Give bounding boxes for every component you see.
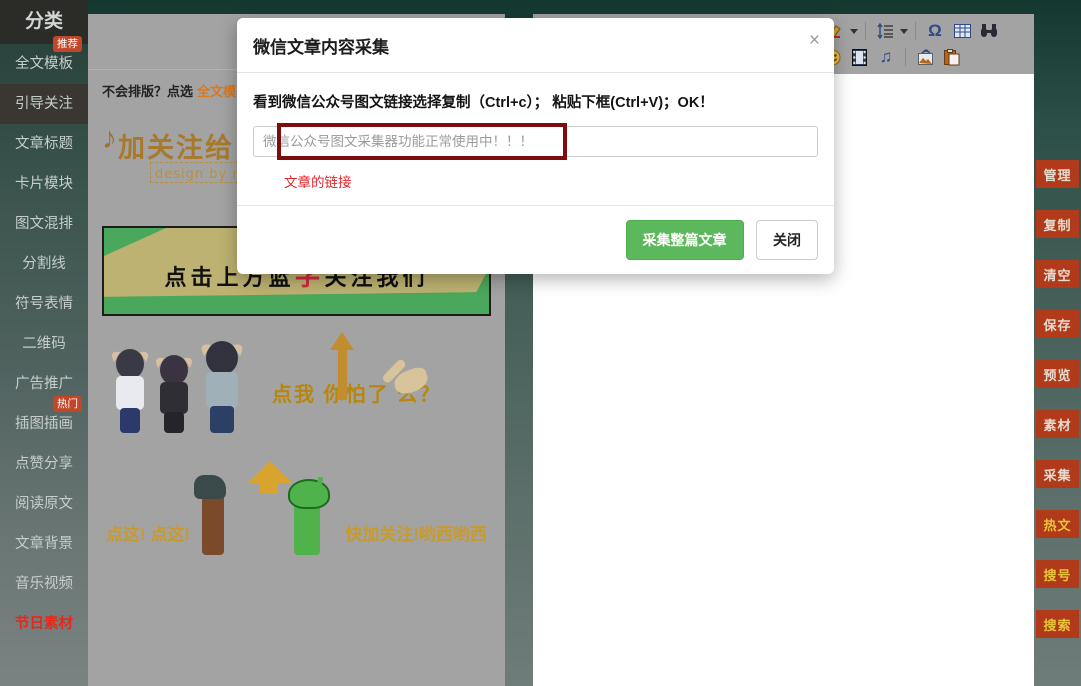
special-character-icon[interactable]: Ω <box>923 20 947 42</box>
line-height-glyph <box>877 23 893 39</box>
up-chevron-icon <box>248 461 292 483</box>
article-collect-dialog: 微信文章内容采集 × 看到微信公众号图文链接选择复制（Ctrl+c）； 粘贴下框… <box>237 18 834 274</box>
sidebar-item-label: 图文混排 <box>15 216 73 232</box>
sidebar-item-11[interactable]: 阅读原文 <box>0 484 88 524</box>
sidebar-item-label: 文章背景 <box>15 536 73 552</box>
collect-article-button[interactable]: 采集整篇文章 <box>625 220 744 260</box>
sidebar-item-0[interactable]: 全文模板 推荐 <box>0 36 88 84</box>
sidebar-item-badge: 热门 <box>53 396 82 412</box>
sidebar-item-1[interactable]: 引导关注 <box>0 84 88 124</box>
sidebar-item-7[interactable]: 二维码 <box>0 324 88 364</box>
paste-icon[interactable] <box>940 46 964 68</box>
rail-button-3[interactable]: 保存 <box>1036 310 1079 338</box>
dialog-title: 微信文章内容采集 <box>253 38 389 57</box>
up-arrow-icon <box>330 332 354 400</box>
close-icon[interactable]: × <box>809 31 820 50</box>
sidebar-item-label: 二维码 <box>22 336 66 352</box>
sidebar-item-label: 节日素材 <box>15 616 73 632</box>
rail-button-4[interactable]: 预览 <box>1036 360 1079 388</box>
sidebar-item-label: 阅读原文 <box>15 496 73 512</box>
insert-table-icon[interactable] <box>950 20 974 42</box>
line-height-dropdown-caret[interactable] <box>900 28 908 34</box>
binoculars-glyph <box>981 24 997 37</box>
sidebar-item-9[interactable]: 插图插画 热门 <box>0 396 88 444</box>
sidebar-item-label: 广告推广 <box>15 376 73 392</box>
close-dialog-button[interactable]: 关闭 <box>756 220 818 260</box>
category-item-list: 全文模板 推荐引导关注文章标题卡片模块图文混排分割线符号表情二维码广告推广插图插画… <box>0 36 88 644</box>
rail-button-2[interactable]: 清空 <box>1036 260 1079 288</box>
category-sidebar: 分类 全文模板 推荐 引导关注 文章标题 卡片模块 图文混排 分割线 符号表情 二维码 广告推广插… <box>0 0 88 686</box>
gallery-subbar-text: 不会排版？点选 <box>102 83 194 99</box>
image-wifi-glyph <box>917 48 933 65</box>
sidebar-item-label: 卡片模块 <box>15 176 73 192</box>
up-chevron-stem <box>260 482 278 494</box>
dialog-hint-text: 看到微信公众号图文链接选择复制（Ctrl+c）； 粘贴下框(Ctrl+V)；OK… <box>253 95 714 111</box>
toolbar-separator-3 <box>905 48 906 66</box>
sidebar-item-13[interactable]: 音乐视频 <box>0 564 88 604</box>
sidebar-item-label: 引导关注 <box>15 96 73 112</box>
annotation-label: 文章的链接 <box>284 175 352 190</box>
sidebar-item-label: 符号表情 <box>15 296 73 312</box>
sidebar-item-label: 全文模板 <box>15 56 73 72</box>
sidebar-item-label: 音乐视频 <box>15 576 73 592</box>
app-root: 最好 不会排版？点选 全文模 ♪ 加关注给 design by neebes o… <box>0 0 1081 686</box>
rail-button-6[interactable]: 采集 <box>1036 460 1079 488</box>
sidebar-item-label: 文章标题 <box>15 136 73 152</box>
table-glyph <box>953 24 971 38</box>
music-note-icon: ♪ <box>102 122 117 155</box>
sidebar-item-label: 点赞分享 <box>15 456 73 472</box>
sidebar-item-6[interactable]: 符号表情 <box>0 284 88 324</box>
rail-button-9[interactable]: 搜索 <box>1036 610 1079 638</box>
search-replace-icon[interactable] <box>977 20 1001 42</box>
anime-trio-figures-icon <box>112 341 243 433</box>
banner-bottom-band <box>104 292 489 314</box>
sidebar-item-14[interactable]: 节日素材 <box>0 604 88 644</box>
sidebar-item-5[interactable]: 分割线 <box>0 244 88 284</box>
insert-video-icon[interactable] <box>847 46 871 68</box>
action-rail: 管理复制清空保存预览素材采集热文搜号搜索 <box>1034 0 1081 686</box>
highlight-dropdown-caret[interactable] <box>850 28 858 34</box>
line-height-icon[interactable] <box>873 20 897 42</box>
sidebar-item-badge: 推荐 <box>53 36 82 52</box>
rail-button-7[interactable]: 热文 <box>1036 510 1079 538</box>
article-link-input[interactable] <box>253 126 818 157</box>
insert-music-icon[interactable]: ♫ <box>874 46 898 68</box>
gallery-subbar-link[interactable]: 全文模 <box>197 81 236 100</box>
clipboard-glyph <box>944 48 960 65</box>
template-card-4[interactable]: 点这! 点这! 快加关注!哟西哟西 <box>102 455 491 555</box>
illustration-horse-frog-text-right: 快加关注!哟西哟西 <box>345 525 487 544</box>
dialog-body: 看到微信公众号图文链接选择复制（Ctrl+c）； 粘贴下框(Ctrl+V)；OK… <box>237 73 834 198</box>
toolbar-separator-1 <box>865 22 866 40</box>
rail-button-0[interactable]: 管理 <box>1036 160 1079 188</box>
sidebar-item-label: 插图插画 <box>15 416 73 432</box>
dialog-footer: 采集整篇文章 关闭 <box>237 205 834 274</box>
dialog-header: 微信文章内容采集 × <box>237 18 834 73</box>
rail-button-1[interactable]: 复制 <box>1036 210 1079 238</box>
rail-button-8[interactable]: 搜号 <box>1036 560 1079 588</box>
sidebar-item-4[interactable]: 图文混排 <box>0 204 88 244</box>
sidebar-item-2[interactable]: 文章标题 <box>0 124 88 164</box>
sidebar-item-12[interactable]: 文章背景 <box>0 524 88 564</box>
sidebar-item-3[interactable]: 卡片模块 <box>0 164 88 204</box>
horse-icon <box>194 475 226 555</box>
toolbar-separator-2 <box>915 22 916 40</box>
sidebar-item-label: 分割线 <box>22 256 66 272</box>
frog-icon <box>288 479 330 555</box>
illustration-horse-frog: 点这! 点这! 快加关注!哟西哟西 <box>102 455 491 555</box>
illustration-anime-trio: 点我 你怕了 么？ <box>102 332 491 433</box>
remote-image-icon[interactable] <box>913 46 937 68</box>
link-field-wrapper <box>253 123 818 160</box>
illustration-calligraphy-text: 加关注给 <box>118 133 234 163</box>
illustration-horse-frog-text-left: 点这! 点这! <box>106 525 191 544</box>
sidebar-item-10[interactable]: 点赞分享 <box>0 444 88 484</box>
template-card-3[interactable]: 点我 你怕了 么？ <box>102 332 491 433</box>
rail-button-5[interactable]: 素材 <box>1036 410 1079 438</box>
banner-corner-top-left <box>104 228 166 256</box>
film-strip-glyph <box>851 48 867 66</box>
